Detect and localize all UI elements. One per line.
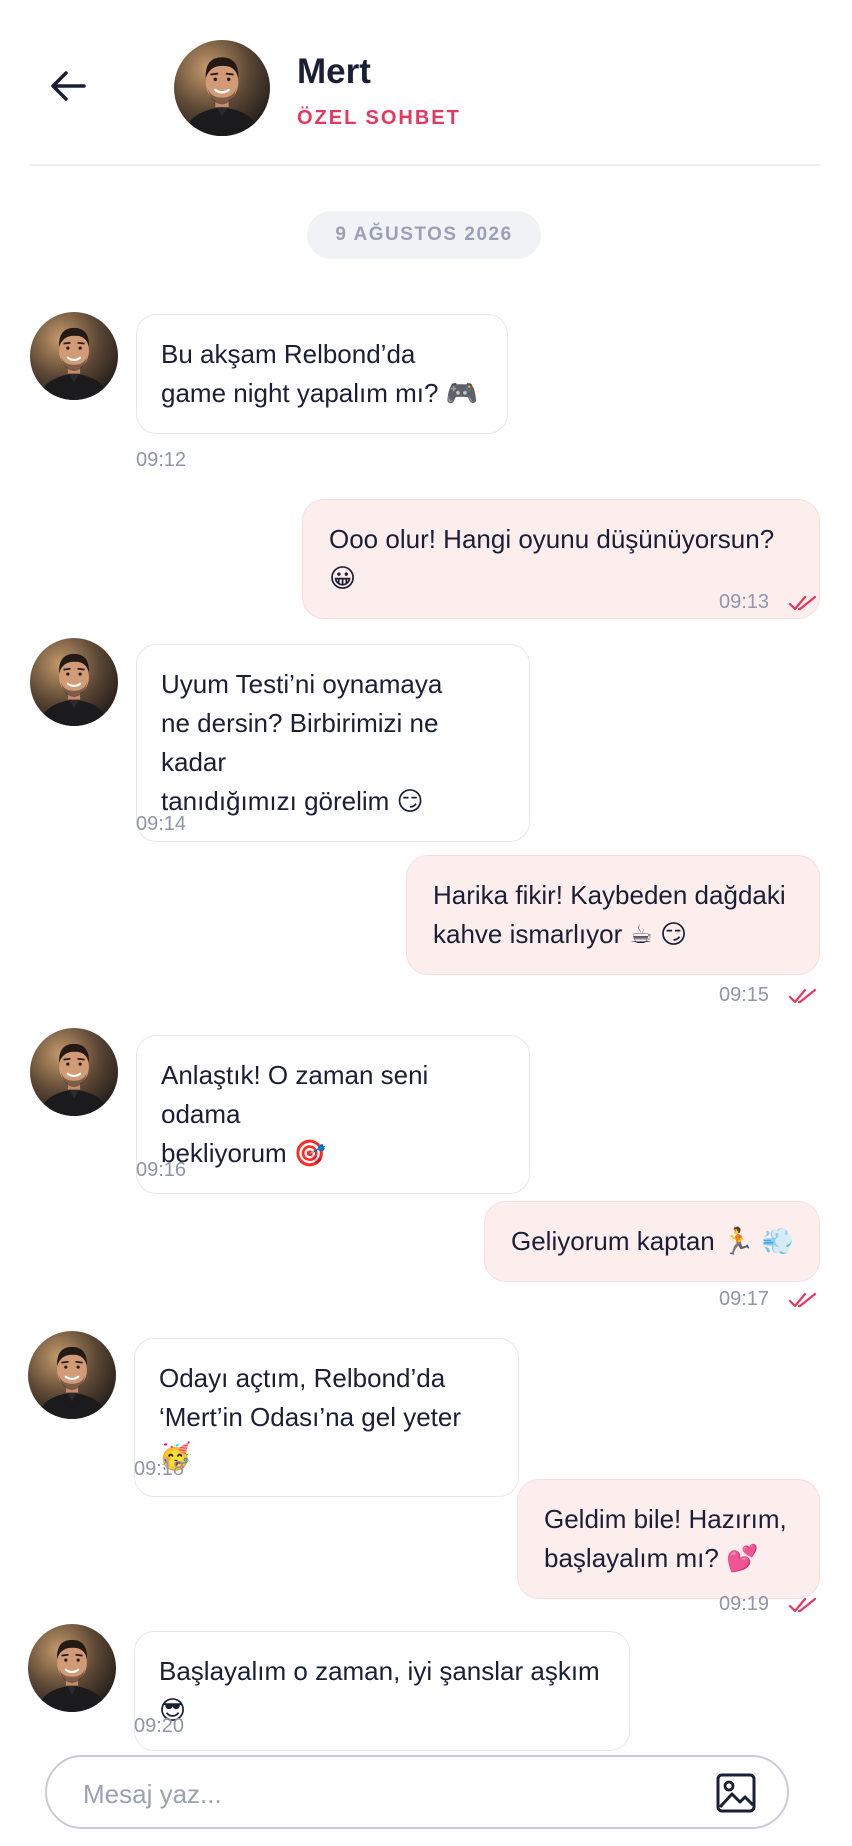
double-check-icon [788,595,817,611]
message-time: 09:16 [136,1159,187,1181]
message-time: 09:20 [134,1715,185,1737]
sender-avatar[interactable] [30,312,118,400]
contact-avatar[interactable] [174,40,270,136]
double-check-icon [788,988,817,1004]
sender-avatar[interactable] [28,1331,116,1419]
incoming-message-bubble[interactable]: Başlayalım o zaman, iyi şanslar aşkım 😎 [134,1631,630,1751]
message-time: 09:13 [719,591,770,613]
incoming-message-bubble[interactable]: Bu akşam Relbond’da game night yapalım m… [136,314,508,434]
outgoing-message-bubble[interactable]: Harika fikir! Kaybeden dağdaki kahve ism… [406,855,820,975]
message-time: 09:14 [136,813,187,835]
message-time: 09:12 [136,449,187,471]
message-time: 09:18 [134,1458,185,1480]
message-input[interactable] [81,1773,685,1815]
incoming-message-bubble[interactable]: Odayı açtım, Relbond’da ‘Mert’in Odası’n… [134,1338,519,1497]
sender-avatar[interactable] [30,1028,118,1116]
date-separator: 9 AĞUSTOS 2026 [307,211,541,259]
outgoing-message-bubble[interactable]: Geliyorum kaptan 🏃 💨 [484,1201,820,1282]
sender-avatar[interactable] [28,1624,116,1712]
double-check-icon [788,1597,817,1613]
message-composer [45,1755,789,1829]
image-icon[interactable] [715,1772,757,1814]
sender-avatar[interactable] [30,638,118,726]
chat-header: Mert ÖZEL SOHBET [0,0,852,166]
double-check-icon [788,1292,817,1308]
message-time: 09:15 [719,984,770,1006]
incoming-message-bubble[interactable]: Uyum Testi’ni oynamaya ne dersin? Birbir… [136,644,530,842]
incoming-message-bubble[interactable]: Anlaştık! O zaman seni odama bekliyorum … [136,1035,530,1194]
outgoing-message-bubble[interactable]: Geldim bile! Hazırım, başlayalım mı? 💕 [517,1479,820,1599]
contact-name[interactable]: Mert [297,52,371,92]
message-time: 09:17 [719,1288,770,1310]
header-divider [30,164,820,166]
chat-type-label: ÖZEL SOHBET [297,107,461,129]
message-time: 09:19 [719,1593,770,1615]
back-arrow-icon[interactable] [46,62,94,110]
